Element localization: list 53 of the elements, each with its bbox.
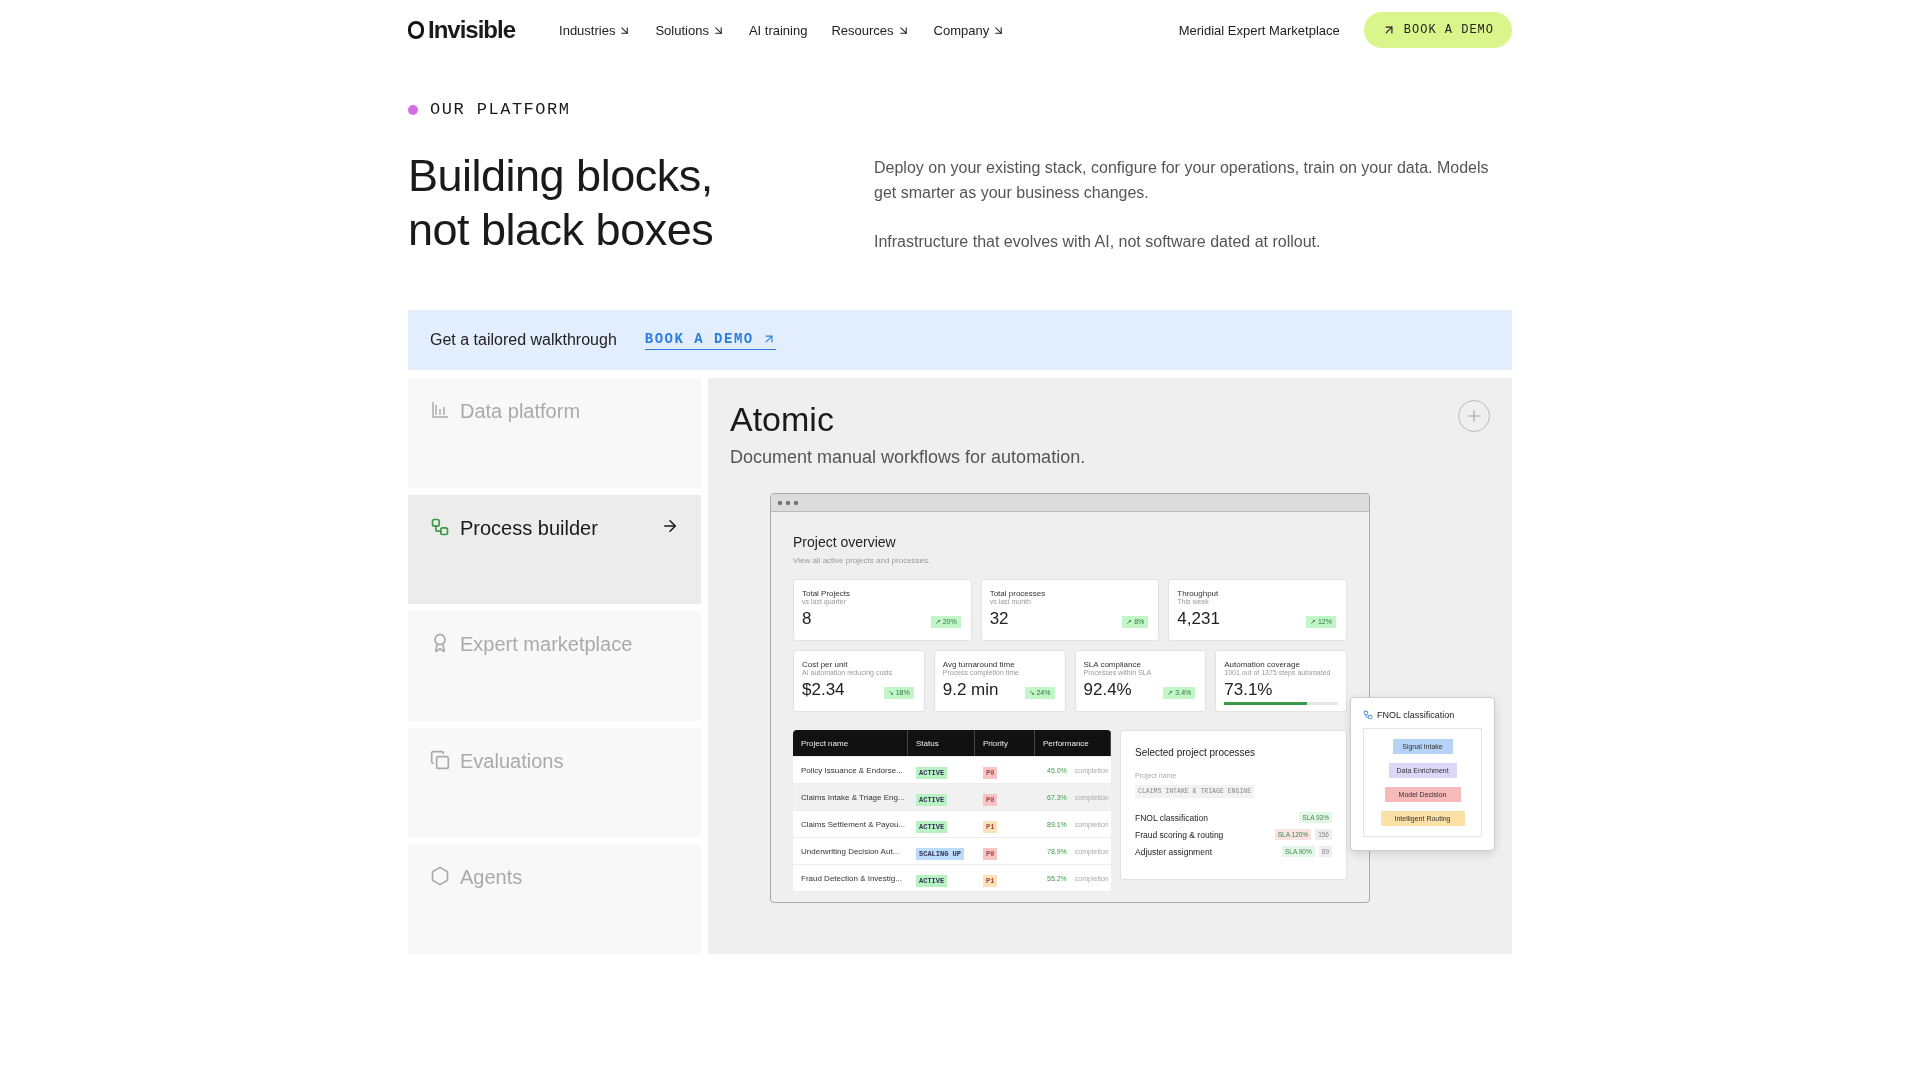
- nav-link[interactable]: Company: [933, 22, 1006, 38]
- stat-value: 8: [802, 609, 812, 629]
- stat-value: 92.4%: [1083, 680, 1132, 700]
- intro-paragraph: Infrastructure that evolves with AI, not software dated at rollout.: [874, 232, 1322, 252]
- process-name: FNOL classification: [1135, 812, 1209, 823]
- flow-icon: [1363, 710, 1373, 720]
- column-header: Project name: [793, 730, 908, 756]
- process-name: Adjuster assignment: [1135, 846, 1213, 857]
- dashboard-subtitle: View all active projects and processes.: [793, 556, 932, 565]
- dashboard-title: Project overview: [793, 534, 897, 550]
- sidebar-tab[interactable]: Process builder: [408, 494, 701, 605]
- nav-link[interactable]: AI training: [748, 22, 808, 38]
- headline: Building blocks, not black boxes: [408, 149, 715, 257]
- panel-subtitle: Document manual workflows for automation.: [730, 447, 1087, 468]
- stat-label: Throughput: [1177, 589, 1220, 598]
- window-dots-icon: [777, 499, 799, 506]
- project-name: Policy Issuance & Endorse...: [800, 765, 904, 775]
- stat-label: Total Projects: [802, 589, 852, 598]
- stat-value: 73.1%: [1224, 680, 1273, 700]
- column-header: Performance: [1035, 730, 1111, 756]
- intro-paragraph: Deploy on your existing stack, configure for your operations, train on your data. Models get smarter as your business changes.: [874, 158, 1490, 203]
- stat-value: $2.34: [802, 680, 845, 700]
- stat-label: Automation coverage: [1224, 660, 1301, 669]
- stat-label: Total processes: [989, 589, 1047, 598]
- nav-link[interactable]: Resources: [831, 22, 910, 38]
- processes-title: Selected project processes: [1135, 747, 1257, 758]
- project-name: Fraud Detection & Investig...: [800, 873, 903, 883]
- stat-label: Avg turnaround time: [942, 660, 1016, 669]
- stat-label: Cost per unit: [802, 660, 849, 669]
- stat-label: SLA compliance: [1083, 660, 1142, 669]
- stat-value: 9.2 min: [942, 680, 999, 700]
- column-header: Status: [908, 730, 975, 756]
- bar-chart-icon: [430, 400, 450, 420]
- banner-text: Get a tailored walkthrough: [430, 331, 617, 349]
- panel-title: Atomic: [730, 400, 834, 439]
- blocks-icon: [430, 516, 450, 537]
- popup-title: FNOL classification: [1377, 710, 1455, 720]
- plus-icon: [1465, 407, 1483, 425]
- stat-value: 32: [989, 609, 1009, 629]
- nav-link[interactable]: Solutions: [655, 22, 725, 38]
- nav-link[interactable]: Meridial Expert Marketplace: [1178, 22, 1340, 38]
- column-header: Priority: [975, 730, 1035, 756]
- project-name: Underwriting Decision Aut...: [800, 846, 901, 856]
- nav-link[interactable]: Industries: [559, 22, 632, 38]
- stack-icon: [430, 749, 450, 770]
- process-name: Fraud scoring & routing: [1135, 829, 1225, 840]
- book-demo-button[interactable]: BOOK A DEMO: [1363, 12, 1512, 48]
- project-name: Claims Intake & Triage Eng...: [800, 792, 906, 802]
- hexagon-icon: [430, 866, 450, 887]
- project-name: Claims Settlement & Payou...: [800, 819, 907, 829]
- stat-value: 4,231: [1177, 609, 1220, 629]
- logo[interactable]: Invisible: [408, 16, 516, 44]
- section-label: OUR PLATFORM: [430, 100, 571, 119]
